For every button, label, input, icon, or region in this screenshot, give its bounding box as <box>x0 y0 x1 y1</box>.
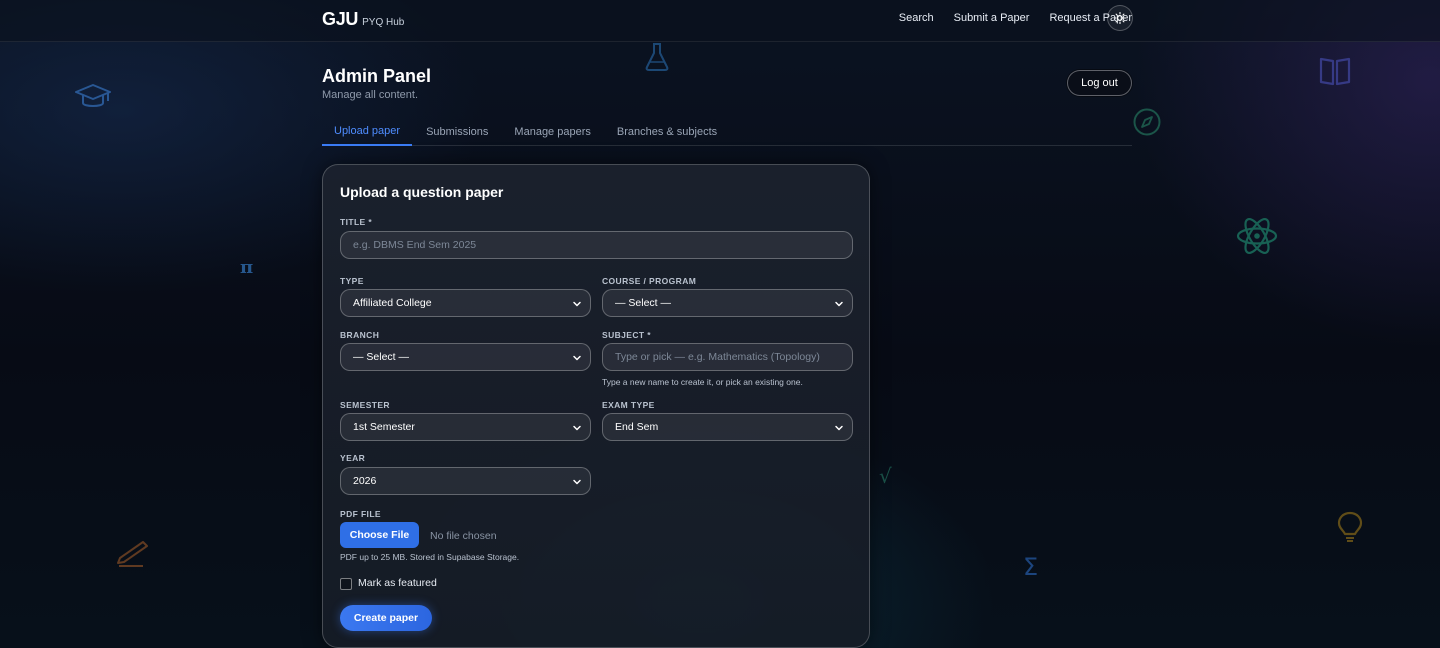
course-label: COURSE / PROGRAM <box>602 276 697 286</box>
semester-select-value: 1st Semester <box>353 421 415 433</box>
theme-toggle-button[interactable] <box>1107 5 1133 31</box>
brand-logo[interactable]: GJU PYQ Hub <box>322 9 404 30</box>
chevron-down-icon <box>573 355 581 361</box>
sun-icon <box>1114 12 1126 24</box>
book-icon <box>1319 57 1351 86</box>
pi-glyph: π <box>240 257 254 278</box>
chevron-down-icon <box>835 301 843 307</box>
featured-label[interactable]: Mark as featured <box>358 577 437 589</box>
featured-checkbox[interactable] <box>340 578 352 590</box>
type-label: TYPE <box>340 276 364 286</box>
no-file-text: No file chosen <box>430 530 497 542</box>
semester-label: SEMESTER <box>340 400 390 410</box>
branch-select-value: — Select — <box>353 351 410 363</box>
chevron-down-icon <box>573 301 581 307</box>
chevron-down-icon <box>573 479 581 485</box>
title-label: TITLE * <box>340 217 373 227</box>
chevron-down-icon <box>573 425 581 431</box>
exam-type-label: EXAM TYPE <box>602 400 655 410</box>
year-label: YEAR <box>340 453 366 463</box>
tab-branches-subjects[interactable]: Branches & subjects <box>605 118 729 146</box>
subject-label: SUBJECT * <box>602 330 651 340</box>
flask-icon <box>645 43 669 71</box>
compass-icon <box>1133 108 1161 136</box>
atom-icon <box>1236 218 1278 254</box>
logout-button[interactable]: Log out <box>1067 70 1132 96</box>
exam-type-select[interactable]: End Sem <box>602 413 853 441</box>
type-select-value: Affiliated College <box>353 297 432 309</box>
year-select-value: 2026 <box>353 475 377 487</box>
year-select[interactable]: 2026 <box>340 467 591 495</box>
admin-tabs: Upload paper Submissions Manage papers B… <box>322 118 1132 146</box>
lightbulb-icon <box>1337 511 1363 542</box>
tab-manage-papers[interactable]: Manage papers <box>502 118 602 146</box>
pdf-hint: PDF up to 25 MB. Stored in Supabase Stor… <box>340 552 520 562</box>
nav-links: Search Submit a Paper Request a Paper <box>899 0 1132 36</box>
card-title: Upload a question paper <box>340 184 504 200</box>
title-input[interactable]: e.g. DBMS End Sem 2025 <box>340 231 853 259</box>
choose-file-button[interactable]: Choose File <box>340 522 419 548</box>
course-select[interactable]: — Select — <box>602 289 853 317</box>
pencil-icon <box>117 541 148 567</box>
pdf-file-label: PDF FILE <box>340 509 381 519</box>
create-paper-button[interactable]: Create paper <box>340 605 432 631</box>
branch-select[interactable]: — Select — <box>340 343 591 371</box>
graduation-cap-icon <box>75 84 111 107</box>
subject-input[interactable]: Type or pick — e.g. Mathematics (Topolog… <box>602 343 853 371</box>
semester-select[interactable]: 1st Semester <box>340 413 591 441</box>
upload-paper-card: Upload a question paper TITLE * e.g. DBM… <box>322 164 870 648</box>
tab-upload-paper[interactable]: Upload paper <box>322 118 413 146</box>
sigma-glyph: Σ <box>1023 553 1039 581</box>
branch-label: BRANCH <box>340 330 380 340</box>
course-select-value: — Select — <box>615 297 672 309</box>
subject-hint: Type a new name to create it, or pick an… <box>602 377 803 387</box>
page-subtitle: Manage all content. <box>322 89 419 101</box>
tab-submissions[interactable]: Submissions <box>414 118 500 146</box>
exam-type-select-value: End Sem <box>615 421 659 433</box>
page-title: Admin Panel <box>322 66 432 86</box>
chevron-down-icon <box>835 425 843 431</box>
brand-main-text: GJU <box>322 9 359 29</box>
type-select[interactable]: Affiliated College <box>340 289 591 317</box>
sqrt-glyph: √ <box>879 464 892 488</box>
top-navbar: GJU PYQ Hub Search Submit a Paper Reques… <box>0 0 1440 42</box>
nav-link-submit-paper[interactable]: Submit a Paper <box>954 12 1030 24</box>
nav-link-search[interactable]: Search <box>899 12 934 24</box>
brand-sub-text: PYQ Hub <box>362 17 405 28</box>
